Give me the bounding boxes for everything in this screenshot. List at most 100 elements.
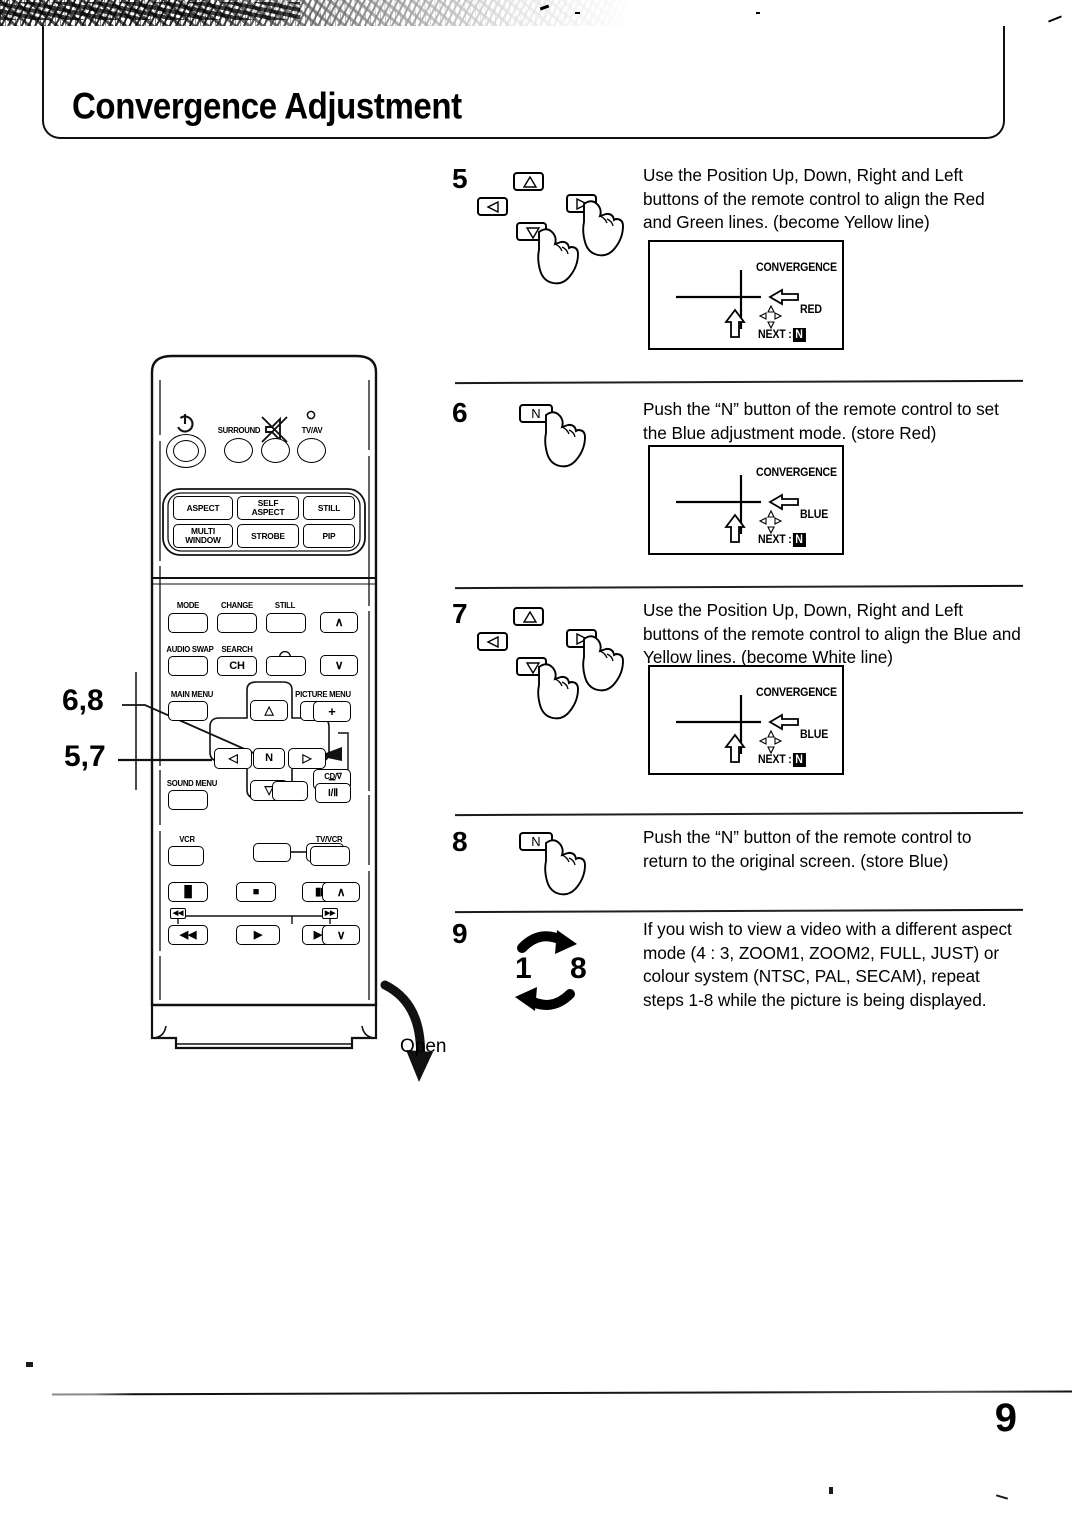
remote-channel-down-button: ∨ — [320, 655, 358, 676]
step-divider — [454, 379, 1024, 385]
scan-noise-band-dense — [0, 2, 300, 20]
remote-volume-down-button: − — [313, 769, 351, 790]
remote-cd-power-button: I/Ⅱ — [315, 783, 351, 803]
repeat-cycle-end-number: 8 — [570, 952, 587, 985]
remote-skip-back-cap: ◀◀ — [170, 908, 186, 919]
remote-change-label: CHANGE — [221, 600, 253, 610]
repeat-cycle-start-number: 1 — [515, 952, 532, 985]
remote-tv-av-button — [297, 438, 326, 463]
remote-search-ch-button: CH — [217, 656, 257, 676]
remote-picture-menu-button — [300, 701, 340, 721]
remote-change-button — [217, 613, 257, 633]
remote-still-label: STILL — [274, 600, 296, 610]
pointing-hand-icon — [544, 411, 586, 468]
remote-pip-button: PIP — [303, 524, 355, 548]
osd-title: CONVERGENCE — [756, 467, 837, 479]
step-text: If you wish to view a video with a diffe… — [643, 919, 1012, 1010]
remote-dpad-down-button: ▽ — [250, 780, 288, 801]
remote-tv-av-label: TV/AV — [301, 425, 323, 435]
remote-down-button-lower: ∨ — [322, 925, 360, 945]
step-number: 5 — [452, 163, 468, 194]
osd-title: CONVERGENCE — [756, 262, 837, 274]
scan-speck — [26, 1362, 33, 1367]
remote-minus-button — [266, 656, 306, 676]
osd-next-key: N — [792, 753, 806, 767]
osd-next-label: NEXT : — [758, 329, 792, 341]
page-title: Convergence Adjustment — [72, 85, 462, 127]
step-text: Use the Position Up, Down, Right and Lef… — [643, 165, 985, 232]
remote-skip-fwd-cap: ▶▶ — [322, 908, 338, 919]
osd-colour: BLUE — [800, 729, 829, 741]
remote-rewind-button: ◀◀ — [168, 925, 208, 945]
remote-record-button — [306, 843, 344, 862]
remote-vcr-label: VCR — [179, 834, 195, 844]
osd-crosshair-icon — [676, 475, 799, 543]
remote-n-button: N — [253, 748, 285, 769]
manual-page: Convergence Adjustment SURROUND TV/AV AS… — [0, 0, 1080, 1526]
remote-dpad-up-button: △ — [250, 700, 288, 721]
page-number: 9 — [994, 1396, 1017, 1440]
remote-still-button-top: STILL — [303, 496, 355, 520]
osd-next-key: N — [792, 533, 806, 547]
pointing-hand-icon — [544, 839, 586, 896]
footer-divider — [51, 1390, 1073, 1396]
osd-colour: RED — [800, 304, 822, 316]
step-text: Push the “N” button of the remote contro… — [643, 399, 999, 443]
remote-audio-swap-button — [168, 656, 208, 676]
step-text: Use the Position Up, Down, Right and Lef… — [643, 600, 1021, 667]
remote-power-button — [166, 434, 206, 468]
osd-next-label: NEXT : — [758, 534, 792, 546]
remote-dpad-right-button: ▷ — [288, 748, 326, 769]
open-label: Open — [400, 1036, 447, 1057]
remote-slow-button: ▮▶ — [302, 882, 342, 902]
step-number: 8 — [452, 826, 468, 857]
repeat-cycle-icon — [515, 930, 577, 1011]
remote-strobe-button: STROBE — [237, 524, 299, 548]
step-divider — [454, 811, 1024, 817]
remote-volume-up-button: + — [313, 701, 351, 722]
remote-mute-button — [261, 438, 290, 463]
step-number: 7 — [452, 598, 468, 629]
remote-sound-menu-button — [168, 790, 208, 810]
remote-surround-label: SURROUND — [217, 425, 261, 435]
remote-dpad-left-button: ◁ — [214, 748, 252, 769]
remote-still-button — [266, 613, 306, 633]
osd-next: NEXT :N — [758, 533, 806, 547]
step-number: 6 — [452, 397, 468, 428]
remote-self-aspect-label: SELF ASPECT — [251, 498, 285, 517]
remote-power-button-inner — [173, 440, 199, 462]
remote-multi-window-label: MULTI WINDOW — [185, 526, 221, 545]
remote-main-menu-label: MAIN MENU — [170, 689, 214, 699]
scan-speck — [756, 12, 760, 14]
remote-cd-label: CD/∇ — [324, 771, 342, 781]
step-text: Push the “N” button of the remote contro… — [643, 827, 972, 871]
osd-next-label: NEXT : — [758, 754, 792, 766]
pointing-hand-icon — [582, 200, 624, 257]
remote-picture-menu-label: PICTURE MENU — [295, 689, 351, 699]
remote-surround-button — [224, 438, 253, 463]
osd-next: NEXT :N — [758, 328, 806, 342]
remote-search-label: SEARCH — [221, 644, 253, 654]
remote-audio-swap-label: AUDIO SWAP — [166, 644, 214, 654]
remote-multi-window-button: MULTI WINDOW — [173, 524, 233, 548]
remote-mode-button — [168, 613, 208, 633]
remote-fast-forward-button: ▶▶ — [302, 925, 342, 945]
remote-vcr-power-button — [168, 846, 204, 866]
scan-speck — [575, 12, 580, 14]
osd-next-key: N — [792, 328, 806, 342]
remote-mode-label: MODE — [176, 600, 200, 610]
remote-play-button: ▶ — [236, 925, 280, 945]
remote-tv-vcr-label: TV/VCR — [315, 834, 343, 844]
remote-up-button-lower: ∧ — [322, 882, 360, 902]
callout-6-8: 6,8 — [62, 684, 104, 717]
pointing-hand-icon — [582, 635, 624, 692]
osd-colour: BLUE — [800, 509, 829, 521]
osd-crosshair-icon — [676, 695, 799, 763]
osd-title: CONVERGENCE — [756, 687, 837, 699]
step-number: 9 — [452, 918, 468, 949]
scan-speck — [1048, 15, 1062, 23]
remote-sound-menu-label: SOUND MENU — [166, 778, 218, 788]
remote-vcr-blank-button — [253, 843, 291, 862]
remote-main-menu-button — [168, 701, 208, 721]
step-divider — [454, 908, 1024, 914]
